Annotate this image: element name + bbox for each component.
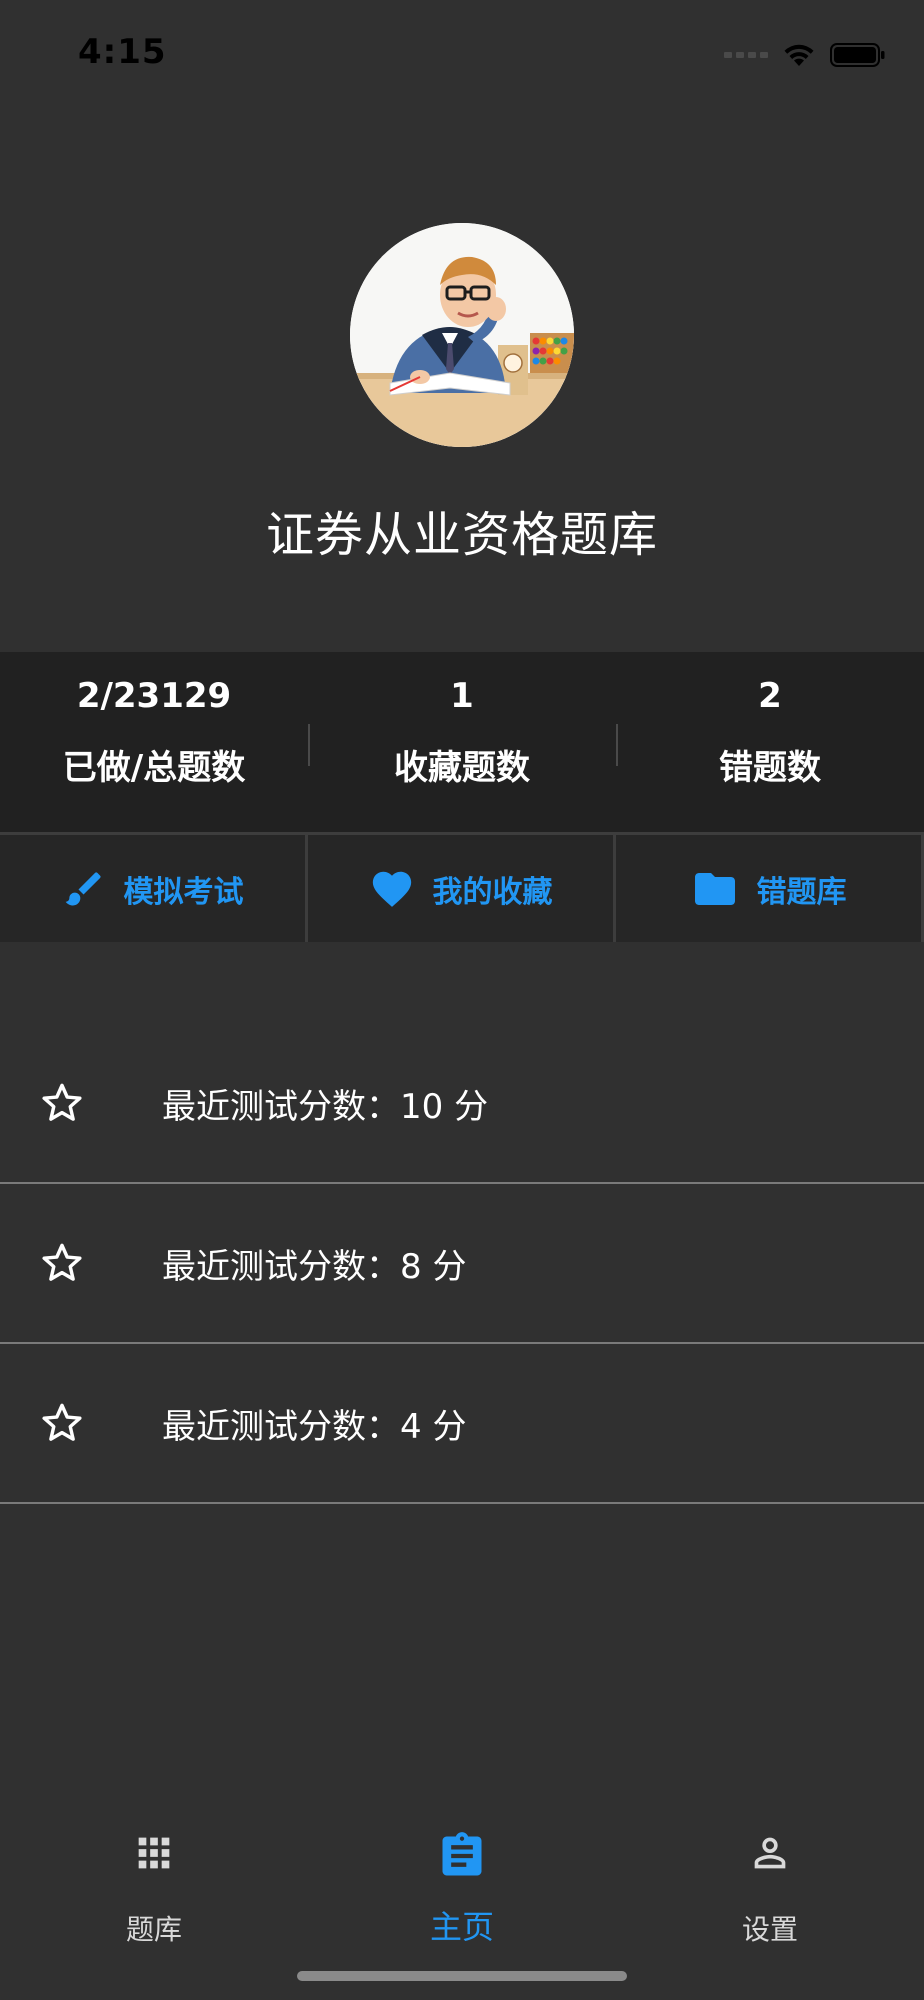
score-text: 最近测试分数：10 分 [162,1087,489,1127]
stat-label: 错题数 [719,748,821,788]
nav-label: 设置 [741,1913,798,1946]
list-item[interactable]: 最近测试分数：10 分 [0,1024,924,1184]
profile-header: 证券从业资格题库 [0,0,924,652]
stat-label: 收藏题数 [394,748,530,788]
person-icon [754,1837,786,1869]
star-outline-icon [42,1243,82,1281]
stat-done-total: 2/23129 已做/总题数 [0,652,308,832]
stat-wrong: 2 错题数 [616,652,924,832]
score-list: 最近测试分数：10 分 最近测试分数：8 分 最近测试分数：4 分 [0,1024,924,1504]
grid-icon [138,1837,170,1869]
stat-favorites: 1 收藏题数 [308,652,616,832]
my-favorites-label: 我的收藏 [432,874,553,910]
stat-value: 2 [758,676,782,716]
nav-item-home[interactable]: 主页 [308,1820,616,1946]
nav-label: 主页 [429,1908,494,1946]
star-outline-icon [42,1403,82,1441]
stat-value: 1 [450,676,474,716]
folder-icon [694,872,735,905]
student-avatar [350,223,574,447]
star-outline-icon [42,1083,82,1121]
score-text: 最近测试分数：4 分 [162,1407,467,1447]
stats-bar: 2/23129 已做/总题数 1 收藏题数 2 错题数 [0,652,924,832]
bottom-nav: 题库 主页 设置 [0,1820,924,1946]
heart-icon [372,871,411,907]
wrong-questions-button[interactable]: 错题库 [616,832,924,942]
nav-label: 题库 [125,1913,182,1946]
score-text: 最近测试分数：8 分 [162,1247,467,1287]
clipboard-icon [442,1832,482,1876]
stat-label: 已做/总题数 [62,748,246,788]
app-title: 证券从业资格题库 [265,507,658,563]
mock-exam-label: 模拟考试 [123,874,244,910]
nav-item-settings[interactable]: 设置 [616,1820,924,1946]
list-item[interactable]: 最近测试分数：8 分 [0,1184,924,1344]
my-favorites-button[interactable]: 我的收藏 [308,832,616,942]
mock-exam-button[interactable]: 模拟考试 [0,832,308,942]
wrong-questions-label: 错题库 [756,874,847,910]
nav-item-question-bank[interactable]: 题库 [0,1820,308,1946]
action-row: 模拟考试 我的收藏 错题库 [0,832,924,942]
home-indicator[interactable] [297,1971,627,1981]
stat-value: 2/23129 [76,676,232,716]
list-item[interactable]: 最近测试分数：4 分 [0,1344,924,1504]
brush-icon [65,871,101,905]
home-screen: 4:15 证券从业资格题库 2/23129 已做/总题数 1 收藏题数 2 错题… [0,0,924,2000]
